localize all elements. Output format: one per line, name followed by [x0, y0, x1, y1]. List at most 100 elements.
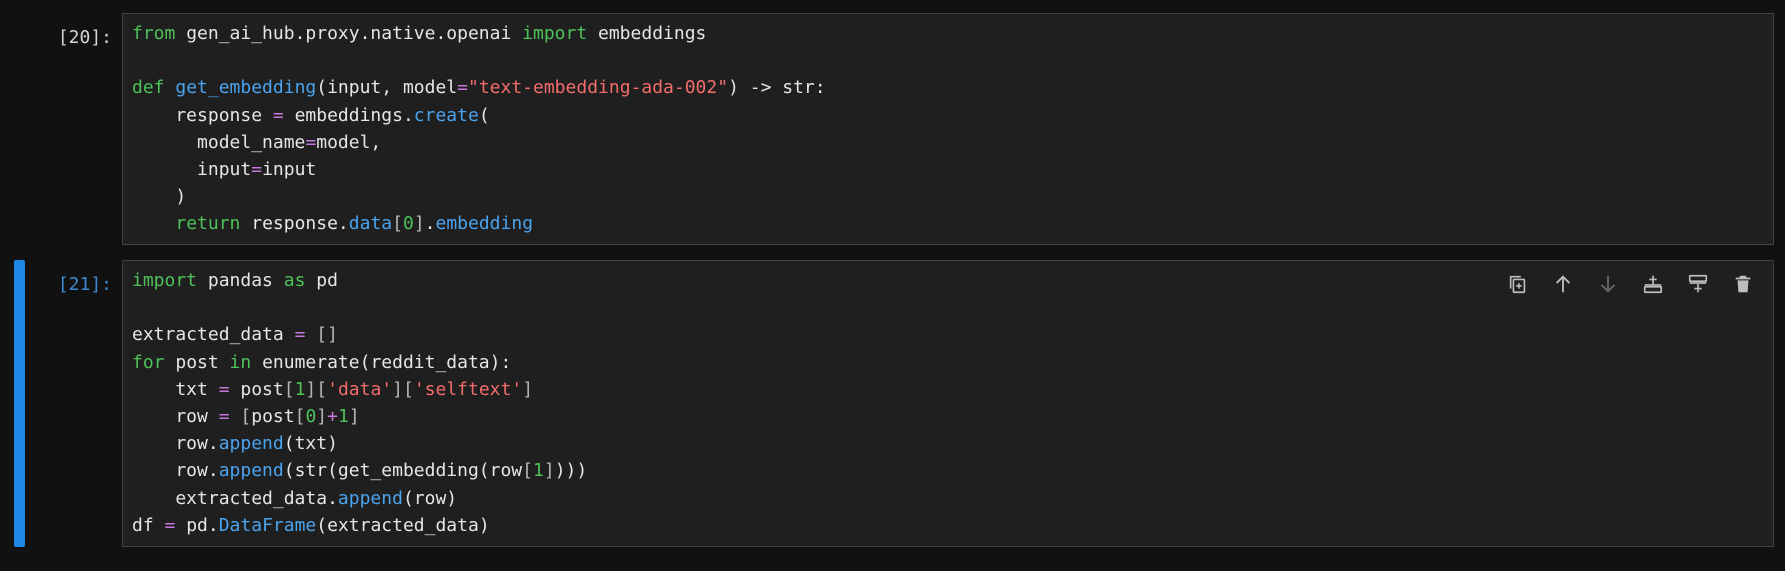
code-line: extracted_data.append(row) — [132, 485, 587, 512]
code-token: post — [164, 351, 230, 373]
execution-count: [21]: — [57, 274, 112, 295]
code-token: input — [132, 158, 252, 180]
active-cell-indicator — [14, 260, 25, 547]
code-token: model, — [316, 131, 382, 153]
code-token: pd. — [175, 514, 219, 536]
code-token: "text-embedding-ada-002" — [467, 77, 729, 99]
code-line: return response.data[0].embedding — [132, 210, 826, 237]
code-token: . — [424, 213, 436, 235]
code-token: embedding — [435, 213, 534, 235]
code-token: return — [175, 213, 241, 235]
move-down-button[interactable] — [1592, 269, 1624, 299]
code-line: df = pd.DataFrame(extracted_data) — [132, 512, 587, 539]
code-token: [ — [522, 460, 533, 482]
code-line: ) — [132, 183, 826, 210]
move-up-button[interactable] — [1547, 269, 1579, 299]
code-line: input=input — [132, 156, 826, 183]
code-token: ] — [348, 405, 360, 427]
code-token: row — [132, 405, 219, 427]
code-token: ) — [132, 186, 187, 208]
code-line: def get_embedding(input, model="text-emb… — [132, 74, 826, 101]
code-token: data — [348, 213, 393, 235]
code-token: (txt) — [283, 433, 338, 455]
insert-above-button[interactable] — [1637, 269, 1669, 299]
duplicate-cell-button[interactable] — [1502, 269, 1534, 299]
code-line: import pandas as pd — [132, 267, 587, 294]
code-token: ] — [522, 378, 534, 400]
notebook-cell-21[interactable]: [21]: import pandas as pd extracted_data … — [0, 260, 1785, 547]
notebook-cell-20[interactable]: [20]: from gen_ai_hub.proxy.native.opena… — [0, 13, 1785, 245]
code-token: ] — [413, 213, 425, 235]
code-token: = — [251, 158, 263, 180]
code-line: row = [post[0]+1] — [132, 403, 587, 430]
code-token: = — [218, 378, 230, 400]
code-token: = — [164, 514, 176, 536]
duplicate-icon — [1509, 275, 1526, 294]
code-token: embeddings. — [283, 104, 414, 126]
code-token: = — [218, 405, 230, 427]
code-token: extracted_data — [132, 324, 295, 346]
code-token: = — [305, 131, 317, 153]
code-token: ][ — [392, 378, 414, 400]
code-token: df — [132, 514, 165, 536]
code-token: post — [229, 378, 284, 400]
code-token: get_embedding — [175, 77, 317, 99]
code-line: row.append(txt) — [132, 430, 587, 457]
code-token: ) -> str: — [728, 77, 826, 99]
cell-toolbar — [1502, 269, 1759, 299]
code-line: for post in enumerate(reddit_data): — [132, 349, 587, 376]
delete-cell-button[interactable] — [1727, 269, 1759, 299]
code-token: row. — [132, 460, 219, 482]
code-token: pandas — [197, 270, 284, 291]
code-token: embeddings — [587, 23, 707, 44]
code-token: pd — [305, 270, 338, 291]
code-token: enumerate(reddit_data): — [251, 351, 512, 373]
arrow-down-icon — [1600, 275, 1616, 293]
code-token: = — [272, 104, 284, 126]
code-line: from gen_ai_hub.proxy.native.openai impo… — [132, 20, 826, 47]
code-token: post — [251, 405, 295, 427]
code-token: model_name — [132, 131, 306, 153]
insert-below-button[interactable] — [1682, 269, 1714, 299]
code-line: extracted_data = [] — [132, 321, 587, 348]
code-token: ] — [543, 460, 555, 482]
code-token: 1 — [533, 460, 544, 482]
code-token: row. — [132, 433, 219, 455]
code-token: (row) — [402, 487, 458, 509]
code-token: def — [132, 77, 165, 99]
code-content[interactable]: import pandas as pd extracted_data = [] fo… — [132, 267, 587, 539]
code-token: response. — [240, 213, 349, 235]
code-token: (input, model — [316, 77, 458, 99]
code-token: [ — [283, 378, 295, 400]
code-line: row.append(str(get_embedding(row[1]))) — [132, 457, 587, 484]
code-editor[interactable]: import pandas as pd extracted_data = [] fo… — [122, 260, 1774, 547]
code-token: 'data' — [327, 378, 393, 400]
code-token: = — [294, 324, 306, 346]
code-token: import — [522, 23, 588, 44]
code-token: create — [413, 104, 479, 126]
code-content[interactable]: from gen_ai_hub.proxy.native.openai impo… — [132, 20, 826, 238]
code-editor[interactable]: from gen_ai_hub.proxy.native.openai impo… — [122, 13, 1774, 245]
insert-above-icon — [1643, 275, 1663, 294]
code-token: ( — [478, 104, 490, 126]
execution-count: [20]: — [57, 27, 112, 48]
code-token: 0 — [402, 213, 414, 235]
code-token: ] — [316, 405, 328, 427]
code-token: (str(get_embedding(row — [283, 460, 523, 482]
trash-icon — [1735, 275, 1751, 293]
code-token: response — [132, 104, 273, 126]
code-token: = — [457, 77, 468, 99]
code-token: append — [218, 433, 284, 455]
code-token: 'selftext' — [413, 378, 523, 400]
code-token: [] — [316, 324, 338, 346]
code-token: ][ — [305, 378, 328, 400]
code-token: DataFrame — [218, 514, 317, 536]
code-token: in — [229, 351, 252, 373]
code-token: 1 — [294, 378, 306, 400]
insert-below-icon — [1688, 274, 1708, 293]
arrow-up-icon — [1555, 275, 1571, 293]
